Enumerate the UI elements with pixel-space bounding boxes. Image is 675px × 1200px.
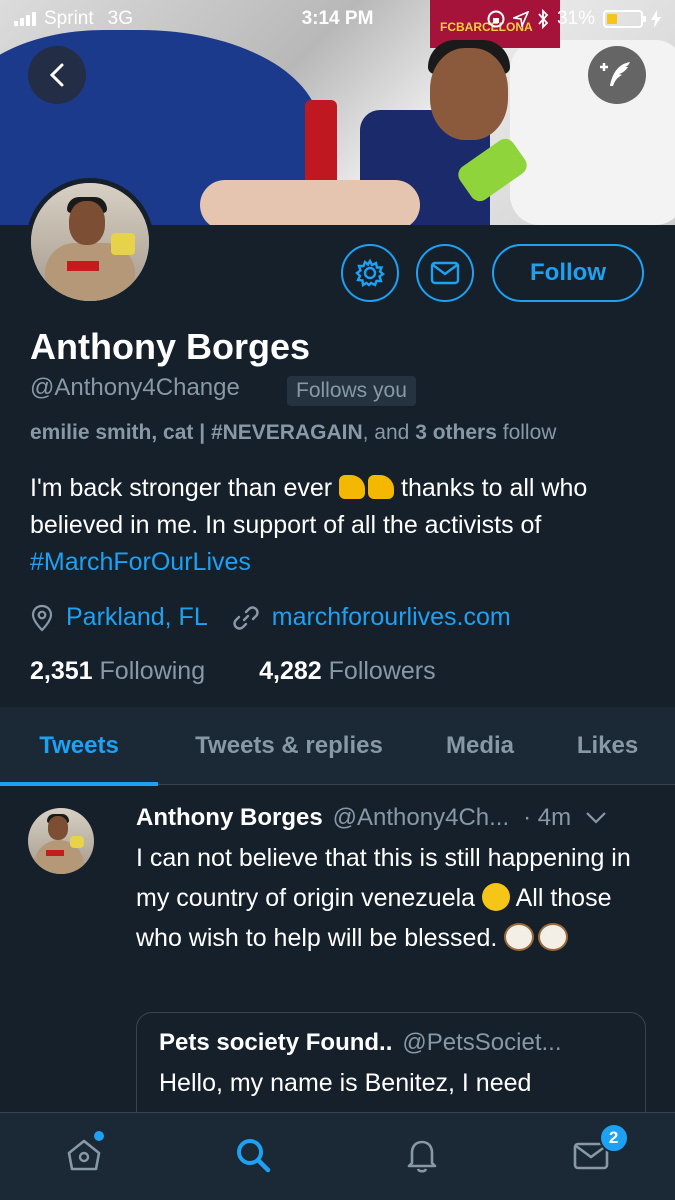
quoted-author-handle: @PetsSociet...	[402, 1029, 562, 1056]
following-count: 2,351	[30, 657, 93, 685]
quoted-author-name: Pets society Found..	[159, 1029, 393, 1056]
dog-face-emoji-icon	[538, 923, 569, 951]
flexed-biceps-emoji-icon	[368, 475, 395, 499]
profile-settings-button[interactable]	[341, 244, 399, 302]
home-icon	[68, 1139, 101, 1171]
nav-notifications[interactable]	[398, 1135, 446, 1183]
follow-counts: 2,351 Following 4,282 Followers	[30, 657, 436, 686]
profile-bio: I'm back stronger than ever thanks to al…	[30, 470, 650, 581]
tab-tweets-and-replies[interactable]: Tweets & replies	[158, 707, 420, 785]
chevron-left-icon	[49, 63, 64, 87]
link-icon	[233, 605, 259, 630]
followers-count-link[interactable]: 4,282 Followers	[259, 657, 436, 686]
followers-count: 4,282	[259, 657, 322, 685]
known-followers-line[interactable]: emilie smith, cat | #NEVERAGAIN, and 3 o…	[30, 421, 556, 445]
bio-text-part1: I'm back stronger than ever	[30, 474, 333, 502]
bio-hashtag-link[interactable]: #MarchForOurLives	[30, 548, 251, 576]
follows-you-badge: Follows you	[287, 376, 416, 406]
profile-display-name: Anthony Borges	[30, 326, 311, 367]
quoted-tweet-text: Hello, my name is Benitez, I need	[159, 1069, 532, 1097]
location-text: Parkland, FL	[66, 603, 208, 631]
tab-tweets[interactable]: Tweets	[0, 707, 158, 786]
bottom-navigation: 2	[0, 1112, 675, 1200]
followers-label: Followers	[328, 657, 436, 685]
status-time: 3:14 PM	[301, 8, 374, 29]
following-count-link[interactable]: 2,351 Following	[30, 657, 205, 686]
nav-messages[interactable]: 2	[567, 1123, 629, 1183]
compose-feather-icon	[600, 62, 630, 86]
envelope-icon	[430, 261, 460, 285]
battery-icon	[603, 10, 646, 28]
tweet-author-name: Anthony Borges	[136, 804, 323, 831]
known-follower-names: emilie smith, cat | #NEVERAGAIN	[30, 421, 363, 444]
gear-icon	[355, 258, 385, 287]
bluetooth-icon	[538, 9, 549, 29]
lock-rotation-icon	[487, 10, 505, 28]
follow-button[interactable]: Follow	[492, 244, 644, 302]
profile-meta-row: Parkland, FL marchforourlives.com	[30, 603, 535, 632]
location-icon	[512, 11, 529, 27]
known-followers-suffix: follow	[502, 421, 557, 444]
location-item: Parkland, FL	[30, 603, 208, 632]
nav-search[interactable]	[229, 1135, 277, 1183]
known-followers-others: 3 others	[415, 421, 497, 444]
dog-face-emoji-icon	[504, 923, 535, 951]
network-label: 3G	[107, 8, 133, 29]
tweet-text: I can not believe that this is still hap…	[136, 838, 636, 958]
nav-home[interactable]	[60, 1131, 108, 1183]
battery-percent: 31%	[556, 8, 595, 29]
disappointed-face-emoji-icon	[482, 883, 511, 911]
tweet-item[interactable]: Anthony Borges @Anthony4Ch... · 4m I can…	[0, 786, 675, 1152]
location-pin-icon	[31, 604, 53, 632]
tab-media[interactable]: Media	[420, 707, 540, 785]
website-item[interactable]: marchforourlives.com	[232, 603, 511, 632]
charging-icon	[651, 10, 661, 28]
signal-icon	[14, 12, 36, 26]
direct-message-button[interactable]	[416, 244, 474, 302]
chevron-down-icon[interactable]	[585, 811, 607, 825]
following-label: Following	[99, 657, 206, 685]
back-button[interactable]	[28, 46, 86, 104]
quoted-tweet-header: Pets society Found.. @PetsSociet...	[159, 1029, 623, 1057]
tab-likes[interactable]: Likes	[540, 707, 675, 785]
profile-avatar[interactable]	[26, 178, 154, 306]
compose-tweet-button[interactable]	[588, 46, 646, 104]
known-followers-joiner: , and	[362, 421, 410, 444]
messages-badge: 2	[598, 1123, 629, 1153]
tweet-timestamp: · 4m	[523, 804, 572, 831]
tweet-author-handle: @Anthony4Ch...	[332, 804, 510, 831]
bell-icon	[407, 1140, 437, 1173]
tweet-header: Anthony Borges @Anthony4Ch... · 4m	[136, 804, 656, 832]
profile-tabs: Tweets Tweets & replies Media Likes	[0, 707, 675, 786]
tweet-author-avatar[interactable]	[28, 808, 94, 874]
search-icon	[237, 1139, 271, 1173]
website-link[interactable]: marchforourlives.com	[272, 603, 511, 632]
flexed-biceps-emoji-icon	[339, 475, 366, 499]
status-bar: Sprint 3G 3:14 PM 31%	[0, 0, 675, 38]
profile-handle: @Anthony4Change	[30, 374, 240, 401]
carrier-label: Sprint	[44, 8, 94, 29]
